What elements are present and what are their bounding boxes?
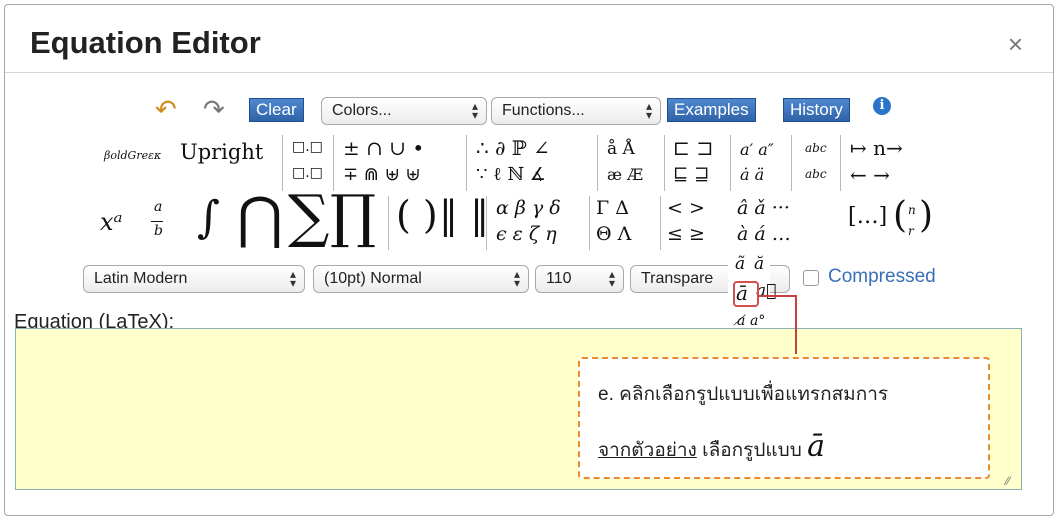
vector-accent-option[interactable]: a⃗ (756, 281, 776, 301)
greek-upper-bottom[interactable]: Θ Λ (596, 223, 631, 245)
palette-divider (840, 135, 841, 191)
binomial-right-paren: ) (919, 195, 934, 236)
history-button[interactable]: History (783, 98, 850, 122)
box-layout-top[interactable]: □.□ (292, 139, 323, 155)
callout-line-1: e. คลิกเลือกรูปแบบเพื่อแทรกสมการ (598, 384, 889, 405)
breve-accent-option[interactable]: ă (754, 254, 764, 274)
select-arrows-icon: ▴ ▾ (471, 99, 478, 122)
wide-tilde[interactable]: abc (805, 167, 827, 181)
dot-accents[interactable]: ȧ ä (740, 165, 764, 184)
palette-divider (660, 196, 661, 250)
functions-select[interactable]: Functions... ▴ ▾ (491, 97, 661, 125)
wide-hat[interactable]: abc (805, 141, 827, 155)
fraction-denominator[interactable]: b (154, 223, 163, 239)
callout-underlined-text: จากตัวอย่าง (598, 440, 697, 461)
select-arrows-icon: ▴ ▾ (645, 99, 652, 122)
set-brackets-top[interactable]: ⊏ ⊐ (673, 136, 713, 160)
slash-accent-option[interactable]: a̸ (737, 313, 745, 329)
logic-symbols-top[interactable]: ∴ ∂ ℙ ∠ (476, 136, 550, 160)
logic-symbols-bottom[interactable]: ∵ ℓ ℕ ∡ (476, 164, 546, 185)
bold-greek-button[interactable]: βoldGreεκ (104, 149, 161, 162)
compressed-checkbox[interactable] (803, 270, 819, 286)
colors-select-label: Colors... (332, 102, 392, 119)
select-arrows-icon: ▴ ▾ (513, 267, 520, 290)
examples-button[interactable]: Examples (667, 98, 756, 122)
select-arrows-icon: ▴ ▾ (608, 267, 615, 290)
norm-bars-button[interactable]: ‖ ‖ (439, 193, 489, 237)
redo-icon[interactable]: ↷ (203, 94, 225, 125)
palette-divider (597, 135, 598, 191)
colors-select[interactable]: Colors... ▴ ▾ (321, 97, 487, 125)
compressed-label[interactable]: Compressed (828, 266, 936, 288)
fraction-numerator[interactable]: a (154, 199, 162, 215)
product-button[interactable]: ∏ (330, 182, 376, 250)
palette-divider (730, 135, 731, 191)
ring-accents[interactable]: å Å (607, 139, 635, 159)
set-brackets-bottom[interactable]: ⊑ ⊒ (673, 164, 709, 185)
functions-select-label: Functions... (502, 102, 585, 119)
callout-symbol: ā (807, 429, 825, 464)
superscript-button[interactable]: xᵃ (100, 208, 123, 236)
palette-divider (388, 196, 389, 250)
sum-button[interactable]: ∑ (288, 182, 329, 250)
binomial-top: n (908, 203, 916, 217)
accent-hat-check[interactable]: â ǎ ··· (737, 197, 790, 219)
bar-accent-highlight (733, 281, 759, 307)
palette-divider (486, 196, 487, 250)
dpi-select-value: 110 (546, 270, 572, 287)
box-layout-bottom[interactable]: □.□ (292, 165, 323, 181)
arrows-top[interactable]: ↦ n→ (850, 136, 903, 160)
accent-grave-acute[interactable]: à á … (737, 223, 791, 245)
integral-button[interactable]: ∫ (197, 192, 220, 243)
palette-divider (466, 135, 467, 191)
dpi-select[interactable]: 110 ▴ ▾ (535, 265, 624, 293)
close-icon[interactable]: × (1008, 29, 1023, 60)
degree-accent-option[interactable]: a° (750, 313, 765, 329)
callout-text: เลือกรูปแบบ (696, 440, 808, 461)
arrows-bottom[interactable]: ← → (850, 163, 890, 187)
inequality-top[interactable]: < > (667, 197, 705, 219)
greek-lower-top[interactable]: α β γ δ (496, 197, 561, 219)
binomial-bottom: r (908, 224, 914, 238)
matrix-button[interactable]: […] (848, 204, 887, 229)
callout-leader-vertical (795, 296, 797, 354)
size-select[interactable]: (10pt) Normal ▴ ▾ (313, 265, 529, 293)
dialog-title: Equation Editor (30, 25, 261, 60)
title-divider (5, 72, 1053, 73)
primes[interactable]: a′ a″ (740, 140, 774, 159)
palette-divider (282, 135, 283, 191)
fraction-bar (151, 221, 163, 222)
ligatures[interactable]: æ Æ (607, 165, 643, 184)
palette-divider (664, 135, 665, 191)
inequality-bottom[interactable]: ≤ ≥ (667, 223, 705, 245)
select-arrows-icon: ▴ ▾ (289, 267, 296, 290)
greek-lower-bottom[interactable]: ϵ ε ζ η (496, 223, 557, 245)
palette-divider (589, 196, 590, 250)
tilde-accent-option[interactable]: ã (735, 254, 745, 274)
binomial-left-paren[interactable]: ( (893, 195, 907, 236)
instruction-callout: e. คลิกเลือกรูปแบบเพื่อแทรกสมการ จากตัวอ… (578, 357, 990, 479)
upright-button[interactable]: Upright (180, 140, 263, 164)
background-select-value: Transpare (641, 270, 714, 287)
resize-grip-icon[interactable]: ⁄⁄ (1006, 474, 1010, 488)
clear-button[interactable]: Clear (249, 98, 304, 122)
size-select-value: (10pt) Normal (324, 270, 422, 287)
info-icon[interactable]: i (873, 97, 891, 115)
callout-leader-horizontal (758, 295, 797, 297)
big-cap-button[interactable]: ⋂ (237, 186, 283, 251)
parentheses-button[interactable]: ( ) (396, 193, 438, 237)
font-select[interactable]: Latin Modern ▴ ▾ (83, 265, 305, 293)
palette-divider (791, 135, 792, 191)
undo-icon[interactable]: ↶ (155, 94, 177, 125)
font-select-value: Latin Modern (94, 270, 188, 287)
callout-line-2: จากตัวอย่าง เลือกรูปแบบ ā (598, 429, 825, 465)
operators-top[interactable]: ± ∩ ∪ • (343, 136, 424, 160)
greek-upper-top[interactable]: Γ Δ (596, 197, 629, 219)
